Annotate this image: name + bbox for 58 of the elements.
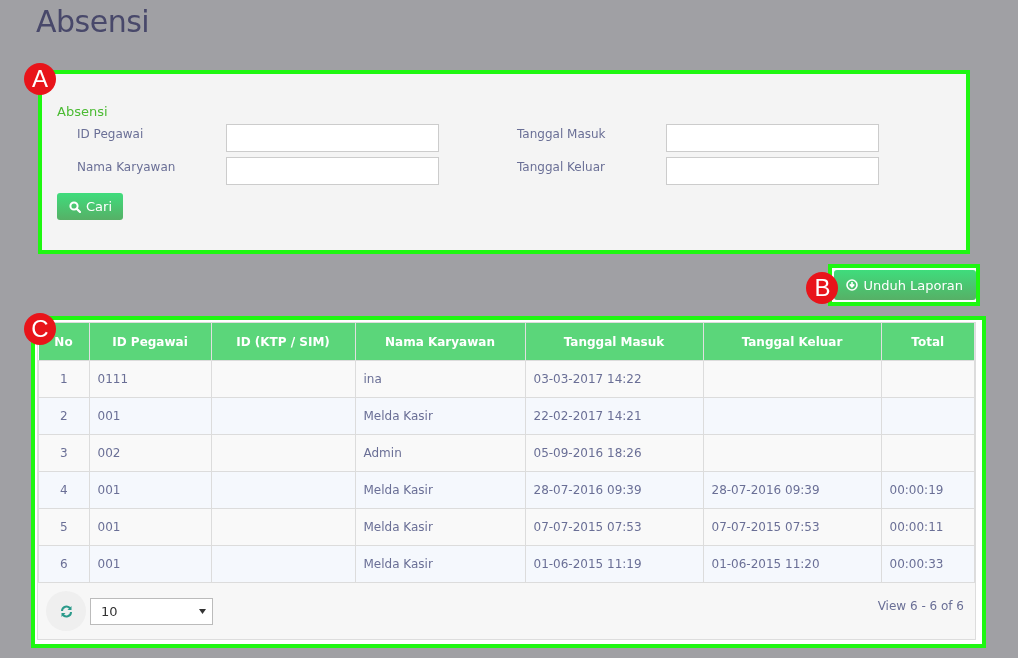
table-cell: 002 [89,434,211,472]
field-label: Tanggal Masuk [517,126,607,141]
page-size-select[interactable]: 10 [90,597,213,625]
search-button[interactable]: Cari [57,193,123,220]
column-header: Total [881,323,975,361]
dropdown-caret-icon [199,608,206,614]
input-field[interactable] [226,157,439,185]
table-cell: Melda Kasir [355,397,525,435]
table-cell: 01-06-2015 11:19 [525,545,703,583]
table-cell: 5 [38,508,89,546]
table-cell: 001 [89,471,211,509]
input-field[interactable] [666,124,879,152]
input-field[interactable] [666,157,879,185]
table-cell: 28-07-2016 09:39 [525,471,703,509]
table-cell: Melda Kasir [355,545,525,583]
field-label: ID Pegawai [76,126,145,141]
input-field[interactable] [226,124,439,152]
table-cell: 2 [38,397,89,435]
table-cell: Melda Kasir [355,508,525,546]
table-cell: 0111 [89,360,211,398]
table-cell: 001 [89,508,211,546]
table-cell: 00:00:33 [881,545,975,583]
refresh-button[interactable] [46,591,86,631]
panel-title: Absensi [57,104,109,119]
column-header: Tanggal Keluar [703,323,881,361]
table-cell: 03-03-2017 14:22 [525,360,703,398]
download-report-button[interactable]: Unduh Laporan [834,270,976,300]
field-label: Nama Karyawan [76,159,177,174]
refresh-icon [59,604,73,618]
table-cell: 01-06-2015 11:20 [703,545,881,583]
table-cell: 00:00:19 [881,471,975,509]
table-cell: 05-09-2016 18:26 [525,434,703,472]
table-cell: 28-07-2016 09:39 [703,471,881,509]
annotation-marker: B [806,272,839,304]
record-info: View 6 - 6 of 6 [877,598,964,613]
table-cell: Melda Kasir [355,471,525,509]
table-cell: ina [355,360,525,398]
column-header: Nama Karyawan [355,323,525,361]
search-icon [69,200,81,213]
page-title: Absensi [35,3,151,41]
annotation-marker: A [24,63,56,95]
column-header: ID Pegawai [89,323,211,361]
table-cell: 22-02-2017 14:21 [525,397,703,435]
table-cell: 07-07-2015 07:53 [703,508,881,546]
annotation-marker: C [24,313,56,345]
table-cell: 6 [38,545,89,583]
table-cell: 4 [38,471,89,509]
table-cell: 001 [89,397,211,435]
download-icon [846,279,859,291]
table-cell: 1 [38,360,89,398]
table-cell: 00:00:11 [881,508,975,546]
column-header: Tanggal Masuk [525,323,703,361]
column-header: ID (KTP / SIM) [211,323,355,361]
table-cell: 07-07-2015 07:53 [525,508,703,546]
table-cell: Admin [355,434,525,472]
table-cell: 3 [38,434,89,472]
table-cell: 001 [89,545,211,583]
field-label: Tanggal Keluar [517,159,606,174]
